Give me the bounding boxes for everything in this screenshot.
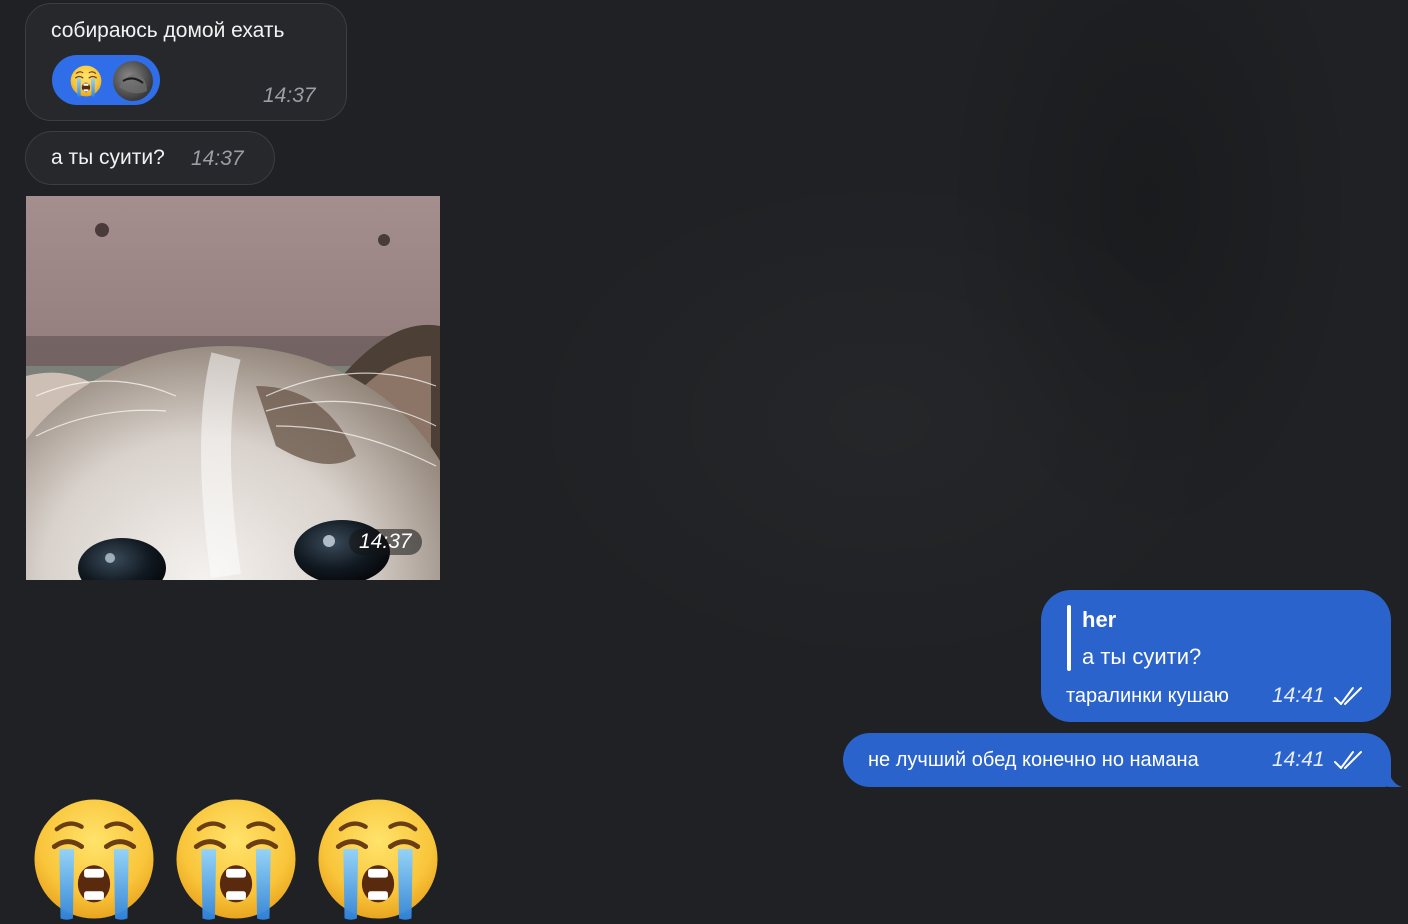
message-outgoing[interactable]: не лучший обед конечно но намана 14:41 — [843, 733, 1402, 787]
message-text: собираюсь домой ехать — [51, 19, 285, 42]
message-time: 14:37 — [263, 84, 316, 107]
crying-face-icon[interactable] — [174, 797, 298, 921]
reply-quote-text[interactable]: а ты суити? — [1082, 644, 1201, 670]
reaction-pill[interactable] — [52, 55, 160, 105]
crying-face-icon[interactable] — [316, 797, 440, 921]
double-check-icon — [1334, 687, 1362, 705]
reply-quote-bar — [1067, 605, 1071, 671]
kitten-photo — [26, 196, 440, 580]
avatar — [113, 61, 153, 101]
message-incoming[interactable]: собираюсь домой ехать 14:37 — [25, 3, 347, 121]
double-check-icon — [1334, 751, 1362, 769]
crying-face-icon — [70, 65, 102, 97]
message-time: 14:41 — [1272, 684, 1325, 707]
message-time: 14:41 — [1272, 748, 1325, 771]
message-text: таралинки кушаю — [1066, 685, 1229, 707]
crying-face-icon[interactable] — [32, 797, 156, 921]
photo-message[interactable]: 14:37 — [26, 196, 440, 580]
bubble-tail — [1388, 767, 1402, 787]
message-text: а ты суити? — [51, 146, 165, 169]
message-incoming[interactable]: а ты суити? 14:37 — [25, 131, 275, 185]
message-text: не лучший обед конечно но намана — [868, 749, 1199, 771]
message-time: 14:37 — [191, 147, 244, 170]
reply-author[interactable]: her — [1082, 607, 1116, 633]
message-time: 14:37 — [349, 529, 422, 555]
message-outgoing[interactable]: her а ты суити? таралинки кушаю 14:41 — [1041, 590, 1391, 722]
